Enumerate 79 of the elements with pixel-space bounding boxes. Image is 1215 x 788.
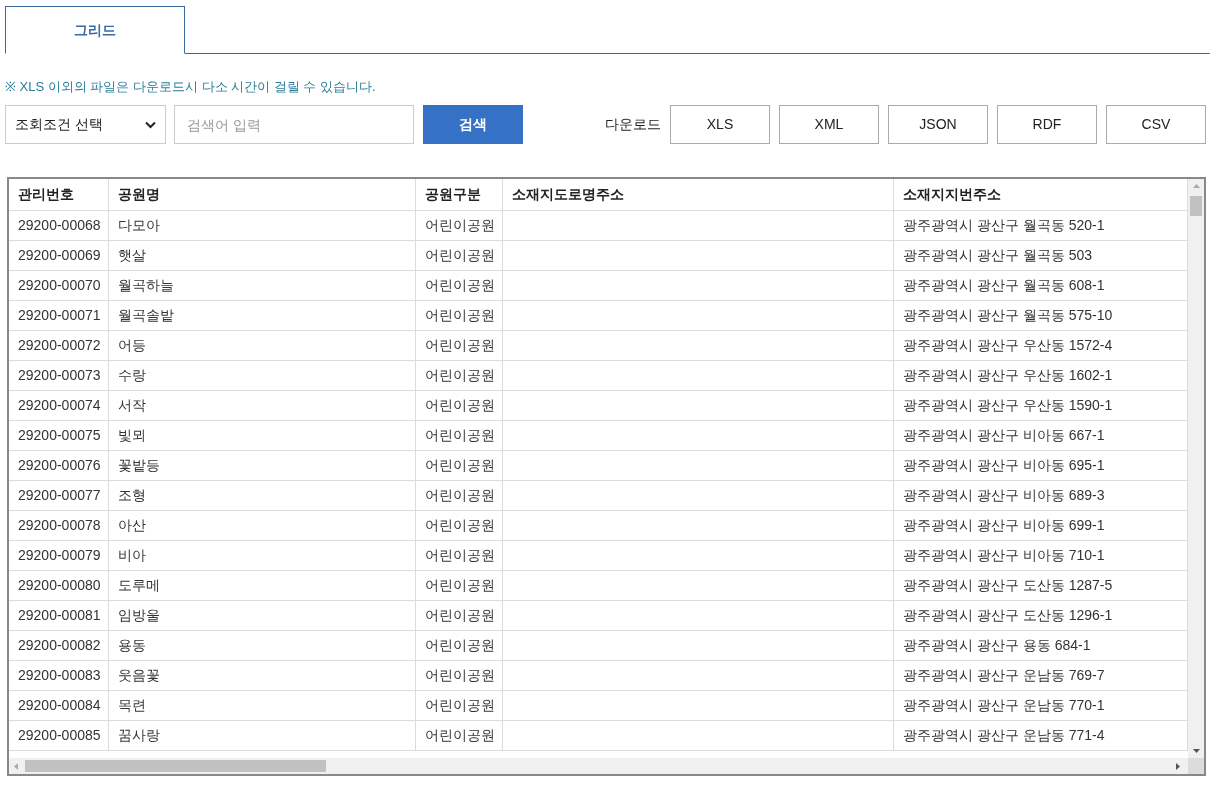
scroll-thumb[interactable]: [1190, 196, 1202, 216]
table-cell: 29200-00069: [9, 241, 109, 270]
table-cell: 29200-00072: [9, 331, 109, 360]
table-cell: 어린이공원: [416, 451, 503, 480]
download-format-button[interactable]: RDF: [997, 105, 1097, 144]
table-cell: 월곡하늘: [109, 271, 416, 300]
scroll-up-icon[interactable]: [1192, 184, 1200, 188]
condition-select[interactable]: 조회조건 선택: [5, 105, 166, 144]
table-cell: 꿈사랑: [109, 721, 416, 750]
table-cell: 어린이공원: [416, 391, 503, 420]
table-cell: 29200-00082: [9, 631, 109, 660]
chevron-down-icon: [145, 120, 156, 129]
column-header: 관리번호: [9, 179, 109, 210]
table-cell: 다모아: [109, 211, 416, 240]
table-cell: 29200-00075: [9, 421, 109, 450]
table-cell: 도루메: [109, 571, 416, 600]
table-cell: 빛뫼: [109, 421, 416, 450]
search-field[interactable]: 검색어 입력: [174, 105, 414, 144]
table-cell: 29200-00081: [9, 601, 109, 630]
table-cell: 29200-00070: [9, 271, 109, 300]
vertical-scrollbar[interactable]: [1188, 179, 1204, 758]
table-cell: 어린이공원: [416, 511, 503, 540]
notice-text: ※ XLS 이외의 파일은 다운로드시 다소 시간이 걸릴 수 있습니다.: [5, 78, 376, 97]
table-cell: 어린이공원: [416, 661, 503, 690]
table-cell: 어등: [109, 331, 416, 360]
scroll-right-icon[interactable]: [1176, 762, 1180, 770]
table-cell: 어린이공원: [416, 301, 503, 330]
table-cell: 임방울: [109, 601, 416, 630]
table-cell: 목련: [109, 691, 416, 720]
column-header: 공원구분: [416, 179, 503, 210]
table-cell: 비아: [109, 541, 416, 570]
table-cell: 29200-00084: [9, 691, 109, 720]
table-cell: 웃음꽃: [109, 661, 416, 690]
table-cell: 수랑: [109, 361, 416, 390]
download-format-button[interactable]: CSV: [1106, 105, 1206, 144]
table-cell: 29200-00071: [9, 301, 109, 330]
table-cell: 29200-00079: [9, 541, 109, 570]
table-cell: 어린이공원: [416, 271, 503, 300]
grid-tab[interactable]: 그리드: [5, 6, 185, 54]
table-cell: 용동: [109, 631, 416, 660]
table-cell: 어린이공원: [416, 541, 503, 570]
table-cell: 꽃밭등: [109, 451, 416, 480]
table-cell: 29200-00073: [9, 361, 109, 390]
scroll-down-icon[interactable]: [1192, 749, 1200, 753]
scroll-left-icon[interactable]: [14, 762, 18, 770]
table-cell: 29200-00080: [9, 571, 109, 600]
table-cell: 29200-00083: [9, 661, 109, 690]
table-cell: 어린이공원: [416, 481, 503, 510]
download-format-button[interactable]: XML: [779, 105, 879, 144]
table-cell: 29200-00085: [9, 721, 109, 750]
table-cell: 어린이공원: [416, 571, 503, 600]
table-cell: 햇살: [109, 241, 416, 270]
table-cell: 29200-00078: [9, 511, 109, 540]
table-cell: 어린이공원: [416, 631, 503, 660]
table-cell: 어린이공원: [416, 421, 503, 450]
scrollbar-corner: [1188, 758, 1204, 774]
table-cell: 월곡솔밭: [109, 301, 416, 330]
table-cell: 29200-00068: [9, 211, 109, 240]
column-header: 공원명: [109, 179, 416, 210]
search-button[interactable]: 검색: [423, 105, 523, 144]
table-cell: 조형: [109, 481, 416, 510]
scroll-thumb[interactable]: [25, 760, 326, 772]
table-cell: 어린이공원: [416, 241, 503, 270]
download-format-button[interactable]: XLS: [670, 105, 770, 144]
table-cell: 29200-00074: [9, 391, 109, 420]
table-cell: 아산: [109, 511, 416, 540]
table-cell: 어린이공원: [416, 211, 503, 240]
column-header: 소재지도로명주소: [503, 179, 894, 210]
table-cell: 어린이공원: [416, 691, 503, 720]
download-format-button[interactable]: JSON: [888, 105, 988, 144]
table-cell: 어린이공원: [416, 361, 503, 390]
download-label: 다운로드: [605, 115, 661, 134]
table-cell: 29200-00077: [9, 481, 109, 510]
horizontal-scrollbar[interactable]: [9, 758, 1188, 774]
table-cell: 어린이공원: [416, 601, 503, 630]
table-cell: 서작: [109, 391, 416, 420]
table-cell: 29200-00076: [9, 451, 109, 480]
table-cell: 어린이공원: [416, 721, 503, 750]
table-cell: 어린이공원: [416, 331, 503, 360]
